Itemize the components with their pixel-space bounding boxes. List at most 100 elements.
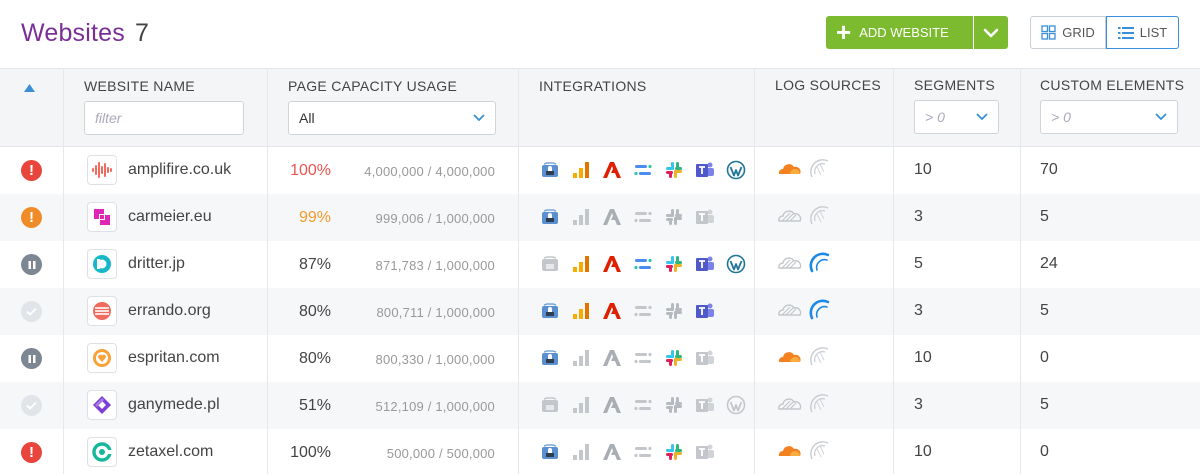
teams-icon[interactable] (695, 207, 715, 227)
segment-icon[interactable] (633, 301, 653, 321)
website-name[interactable]: carmeier.eu (128, 208, 212, 226)
analytics-icon[interactable] (571, 348, 591, 368)
segment-icon[interactable] (633, 207, 653, 227)
capacity-filter-select[interactable]: All (288, 101, 496, 135)
cloudflare-icon[interactable] (776, 159, 802, 179)
teams-icon[interactable] (695, 160, 715, 180)
capacity-percent: 80% (298, 303, 331, 320)
analytics-icon[interactable] (571, 207, 591, 227)
add-website-dropdown-button[interactable] (974, 16, 1008, 49)
analytics-icon[interactable] (571, 442, 591, 462)
website-count: 7 (134, 19, 150, 47)
stripes-logo-favicon-icon (87, 296, 117, 326)
slack-icon[interactable] (664, 348, 684, 368)
capacity-usage: 871,783 / 1,000,000 (375, 258, 495, 273)
column-website-name[interactable]: WEBSITE NAME (84, 78, 195, 94)
slack-icon[interactable] (664, 301, 684, 321)
website-name[interactable]: dritter.jp (128, 255, 185, 273)
custom-elements-count: 0 (1040, 349, 1049, 366)
slack-icon[interactable] (664, 395, 684, 415)
capacity-usage: 800,330 / 1,000,000 (375, 352, 495, 367)
plus-icon: + (836, 16, 852, 47)
grid-view-button[interactable]: GRID (1031, 17, 1106, 48)
fastly-icon[interactable] (808, 252, 830, 273)
cloudflare-icon[interactable] (776, 253, 802, 273)
status-paused-icon (21, 348, 42, 369)
tag-manager-icon[interactable] (540, 442, 560, 462)
adobe-icon[interactable] (602, 254, 622, 274)
adobe-icon[interactable] (602, 348, 622, 368)
d-logo-favicon-icon (87, 249, 117, 279)
website-name[interactable]: amplifire.co.uk (128, 161, 231, 179)
adobe-icon[interactable] (602, 207, 622, 227)
tag-manager-icon[interactable] (540, 395, 560, 415)
add-website-button[interactable]: + ADD WEBSITE (826, 16, 973, 49)
teams-icon[interactable] (695, 395, 715, 415)
segments-count: 5 (914, 255, 923, 272)
list-view-button[interactable]: LIST (1106, 16, 1179, 49)
slack-icon[interactable] (664, 254, 684, 274)
fastly-icon[interactable] (808, 206, 830, 226)
fastly-icon[interactable] (808, 441, 830, 461)
segment-icon[interactable] (633, 395, 653, 415)
segment-icon[interactable] (633, 254, 653, 274)
diamond-logo-favicon-icon (87, 390, 117, 420)
website-name[interactable]: zetaxel.com (128, 443, 213, 461)
tag-manager-icon[interactable] (540, 160, 560, 180)
wordpress-icon[interactable] (726, 395, 746, 415)
fastly-icon[interactable] (808, 159, 830, 179)
slack-icon[interactable] (664, 160, 684, 180)
tag-manager-icon[interactable] (540, 301, 560, 321)
adobe-icon[interactable] (602, 395, 622, 415)
c-logo-favicon-icon (87, 437, 117, 467)
tag-manager-icon[interactable] (540, 254, 560, 274)
teams-icon[interactable] (695, 348, 715, 368)
segments-count: 10 (914, 443, 932, 460)
wordpress-icon[interactable] (726, 254, 746, 274)
analytics-icon[interactable] (571, 395, 591, 415)
status-error-icon: ! (21, 160, 42, 181)
page-header: Websites 7 + ADD WEBSITE GRID LIST (0, 0, 1200, 68)
adobe-icon[interactable] (602, 442, 622, 462)
segment-icon[interactable] (633, 160, 653, 180)
wordpress-icon[interactable] (726, 160, 746, 180)
website-name[interactable]: espritan.com (128, 349, 220, 367)
column-page-capacity[interactable]: PAGE CAPACITY USAGE (288, 78, 457, 94)
teams-icon[interactable] (695, 442, 715, 462)
adobe-icon[interactable] (602, 301, 622, 321)
tag-manager-icon[interactable] (540, 348, 560, 368)
segments-count: 3 (914, 302, 923, 319)
analytics-icon[interactable] (571, 301, 591, 321)
cloudflare-icon[interactable] (776, 441, 802, 461)
chevron-down-icon (983, 28, 999, 37)
capacity-percent: 87% (298, 256, 331, 273)
column-segments[interactable]: SEGMENTS (914, 77, 995, 93)
website-name[interactable]: errando.org (128, 302, 211, 320)
capacity-filter-value: All (299, 110, 315, 126)
cloudflare-icon[interactable] (776, 394, 802, 414)
website-name-filter-input[interactable] (84, 101, 244, 135)
cloudflare-icon[interactable] (776, 300, 802, 320)
analytics-icon[interactable] (571, 160, 591, 180)
slack-icon[interactable] (664, 442, 684, 462)
teams-icon[interactable] (695, 254, 715, 274)
segments-filter-select[interactable]: > 0 (914, 100, 999, 134)
website-name[interactable]: ganymede.pl (128, 396, 220, 414)
slack-icon[interactable] (664, 207, 684, 227)
grid-view-label: GRID (1062, 25, 1095, 40)
adobe-icon[interactable] (602, 160, 622, 180)
fastly-icon[interactable] (808, 347, 830, 367)
column-custom-elements[interactable]: CUSTOM ELEMENTS (1040, 77, 1184, 93)
cloudflare-icon[interactable] (776, 347, 802, 367)
fastly-icon[interactable] (808, 394, 830, 414)
tag-manager-icon[interactable] (540, 207, 560, 227)
teams-icon[interactable] (695, 301, 715, 321)
segment-icon[interactable] (633, 442, 653, 462)
chevron-down-icon (976, 113, 988, 121)
custom-elements-filter-select[interactable]: > 0 (1040, 100, 1178, 134)
sort-ascending-icon[interactable] (24, 84, 35, 92)
cloudflare-icon[interactable] (776, 206, 802, 226)
fastly-icon[interactable] (808, 299, 830, 320)
analytics-icon[interactable] (571, 254, 591, 274)
segment-icon[interactable] (633, 348, 653, 368)
